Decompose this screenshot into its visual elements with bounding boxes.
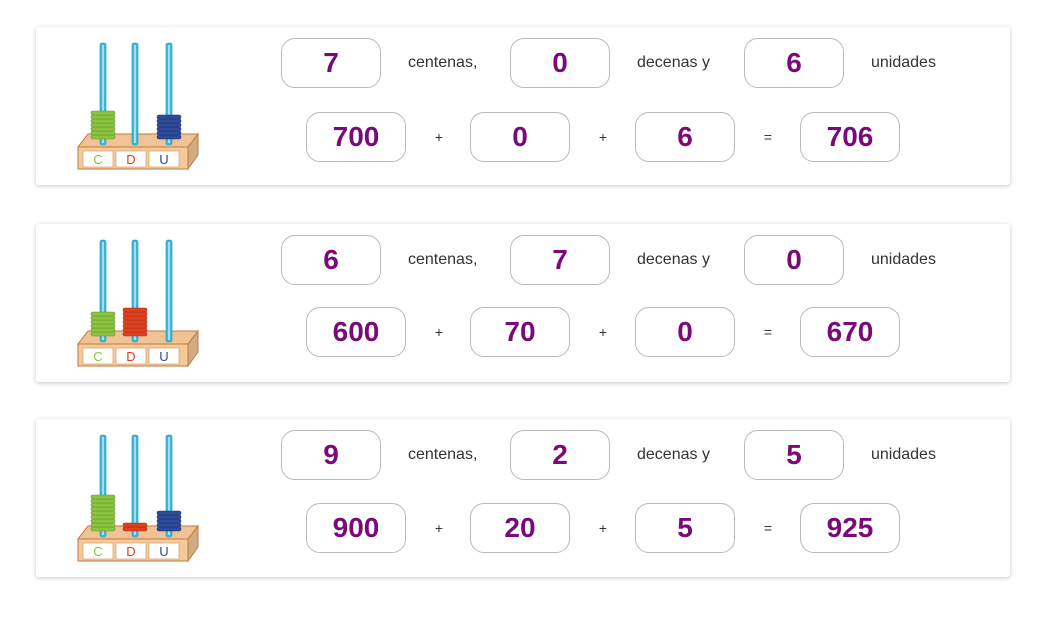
exercise-card-3: C D U 9 centenas, 2 decenas y 5 unidades 9… [36,419,1010,577]
centenas-input[interactable]: 9 [281,430,381,480]
plus-sign: + [434,324,444,340]
unidades-label: unidades [871,251,936,268]
abacus-bead [156,122,182,128]
abacus-bead [156,134,182,140]
abacus-rod-highlight [168,242,170,340]
abacus-label: D [126,544,135,559]
abacus-bead [122,522,148,528]
abacus-bead [90,126,116,132]
abacus-illustration: CDU [76,434,200,563]
abacus-label: U [159,349,168,364]
abacus-bead [90,122,116,128]
abacus-label: C [93,544,102,559]
total-input[interactable]: 670 [800,307,900,357]
equals-sign: = [763,129,773,145]
abacus-bead [156,114,182,120]
centenas-label: centenas, [408,54,478,71]
plus-sign: + [434,520,444,536]
abacus-illustration: CDU [76,239,200,368]
sum-decenas-input[interactable]: 0 [470,112,570,162]
sum-decenas-input[interactable]: 20 [470,503,570,553]
abacus-bead [90,311,116,317]
abacus-label: U [159,152,168,167]
abacus-bead [156,130,182,136]
plus-sign: + [598,129,608,145]
total-input[interactable]: 925 [800,503,900,553]
abacus-bead [156,514,182,520]
abacus-bead [156,518,182,524]
sum-centenas-input[interactable]: 600 [306,307,406,357]
abacus-bead [90,498,116,504]
abacus-rod-highlight [134,45,136,143]
abacus-bead [90,494,116,500]
abacus-bead [122,331,148,337]
abacus-bead [90,522,116,528]
sum-unidades-input[interactable]: 6 [635,112,735,162]
abacus-bead [156,526,182,532]
abacus-bead [90,502,116,508]
abacus-label: U [159,544,168,559]
abacus-bead [156,510,182,516]
abacus-bead [90,134,116,140]
plus-sign: + [598,324,608,340]
unidades-label: unidades [871,446,936,463]
abacus-bead [122,319,148,325]
abacus-bead [90,315,116,321]
centenas-input[interactable]: 7 [281,38,381,88]
abacus-label: C [93,349,102,364]
abacus-bead [90,518,116,524]
abacus-rod-highlight [134,437,136,535]
abacus-bead [122,311,148,317]
unidades-input[interactable]: 5 [744,430,844,480]
decenas-input[interactable]: 7 [510,235,610,285]
abacus-bead [122,327,148,333]
abacus-bead [90,327,116,333]
abacus-bead [90,110,116,116]
abacus-bead [90,323,116,329]
abacus-bead [90,506,116,512]
abacus-bead [122,315,148,321]
abacus-label: D [126,152,135,167]
abacus-bead [90,331,116,337]
abacus-bead [90,514,116,520]
decenas-input[interactable]: 2 [510,430,610,480]
centenas-label: centenas, [408,251,478,268]
abacus-bead [90,526,116,532]
abacus-illustration: CDU [76,42,200,171]
abacus-bead [156,118,182,124]
unidades-label: unidades [871,54,936,71]
abacus-bead [122,323,148,329]
decenas-input[interactable]: 0 [510,38,610,88]
abacus-label: C [93,152,102,167]
sum-unidades-input[interactable]: 5 [635,503,735,553]
abacus-bead [90,319,116,325]
equals-sign: = [763,520,773,536]
total-input[interactable]: 706 [800,112,900,162]
abacus-bead [90,118,116,124]
abacus-bead [90,510,116,516]
sum-centenas-input[interactable]: 900 [306,503,406,553]
centenas-input[interactable]: 6 [281,235,381,285]
abacus-label: D [126,349,135,364]
abacus-bead [90,114,116,120]
decenas-label: decenas y [637,251,710,268]
abacus-bead [156,522,182,528]
abacus-bead [122,526,148,532]
abacus-bead [90,130,116,136]
exercise-card-1: C D U 7 centenas, 0 decenas y 6 unidades 7… [36,27,1010,185]
unidades-input[interactable]: 6 [744,38,844,88]
unidades-input[interactable]: 0 [744,235,844,285]
equals-sign: = [763,324,773,340]
abacus-bead [156,126,182,132]
decenas-label: decenas y [637,446,710,463]
plus-sign: + [598,520,608,536]
sum-decenas-input[interactable]: 70 [470,307,570,357]
sum-unidades-input[interactable]: 0 [635,307,735,357]
sum-centenas-input[interactable]: 700 [306,112,406,162]
decenas-label: decenas y [637,54,710,71]
abacus-bead [122,307,148,313]
exercise-card-2: C D U 6 centenas, 7 decenas y 0 unidades 6… [36,224,1010,382]
centenas-label: centenas, [408,446,478,463]
plus-sign: + [434,129,444,145]
